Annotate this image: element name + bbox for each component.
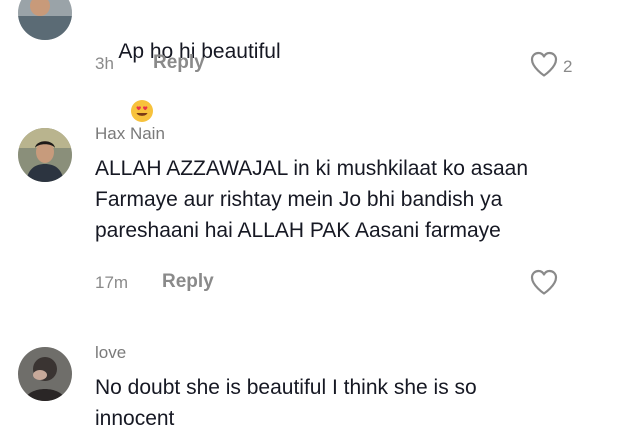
like-button[interactable]: 2 bbox=[529, 50, 572, 83]
heart-outline-icon bbox=[529, 50, 559, 83]
comment-timestamp: 17m bbox=[95, 273, 129, 292]
comment-text: ALLAH AZZAWAJAL in ki mushkilaat ko asaa… bbox=[95, 157, 529, 242]
comment-username[interactable]: Hax Nain bbox=[95, 124, 165, 144]
commenter-avatar[interactable] bbox=[18, 347, 72, 401]
commenter-avatar[interactable] bbox=[18, 0, 72, 40]
comment-text: No doubt she is beautiful I think she is… bbox=[95, 376, 477, 430]
like-button[interactable] bbox=[529, 268, 559, 301]
like-count: 2 bbox=[563, 56, 573, 76]
reply-button[interactable]: Reply bbox=[162, 271, 214, 293]
commenter-avatar[interactable] bbox=[18, 128, 72, 182]
comment-username[interactable]: love bbox=[95, 343, 126, 363]
heart-outline-icon bbox=[529, 268, 559, 301]
reply-button[interactable]: Reply bbox=[153, 52, 205, 74]
comment-timestamp: 3h bbox=[95, 54, 114, 73]
